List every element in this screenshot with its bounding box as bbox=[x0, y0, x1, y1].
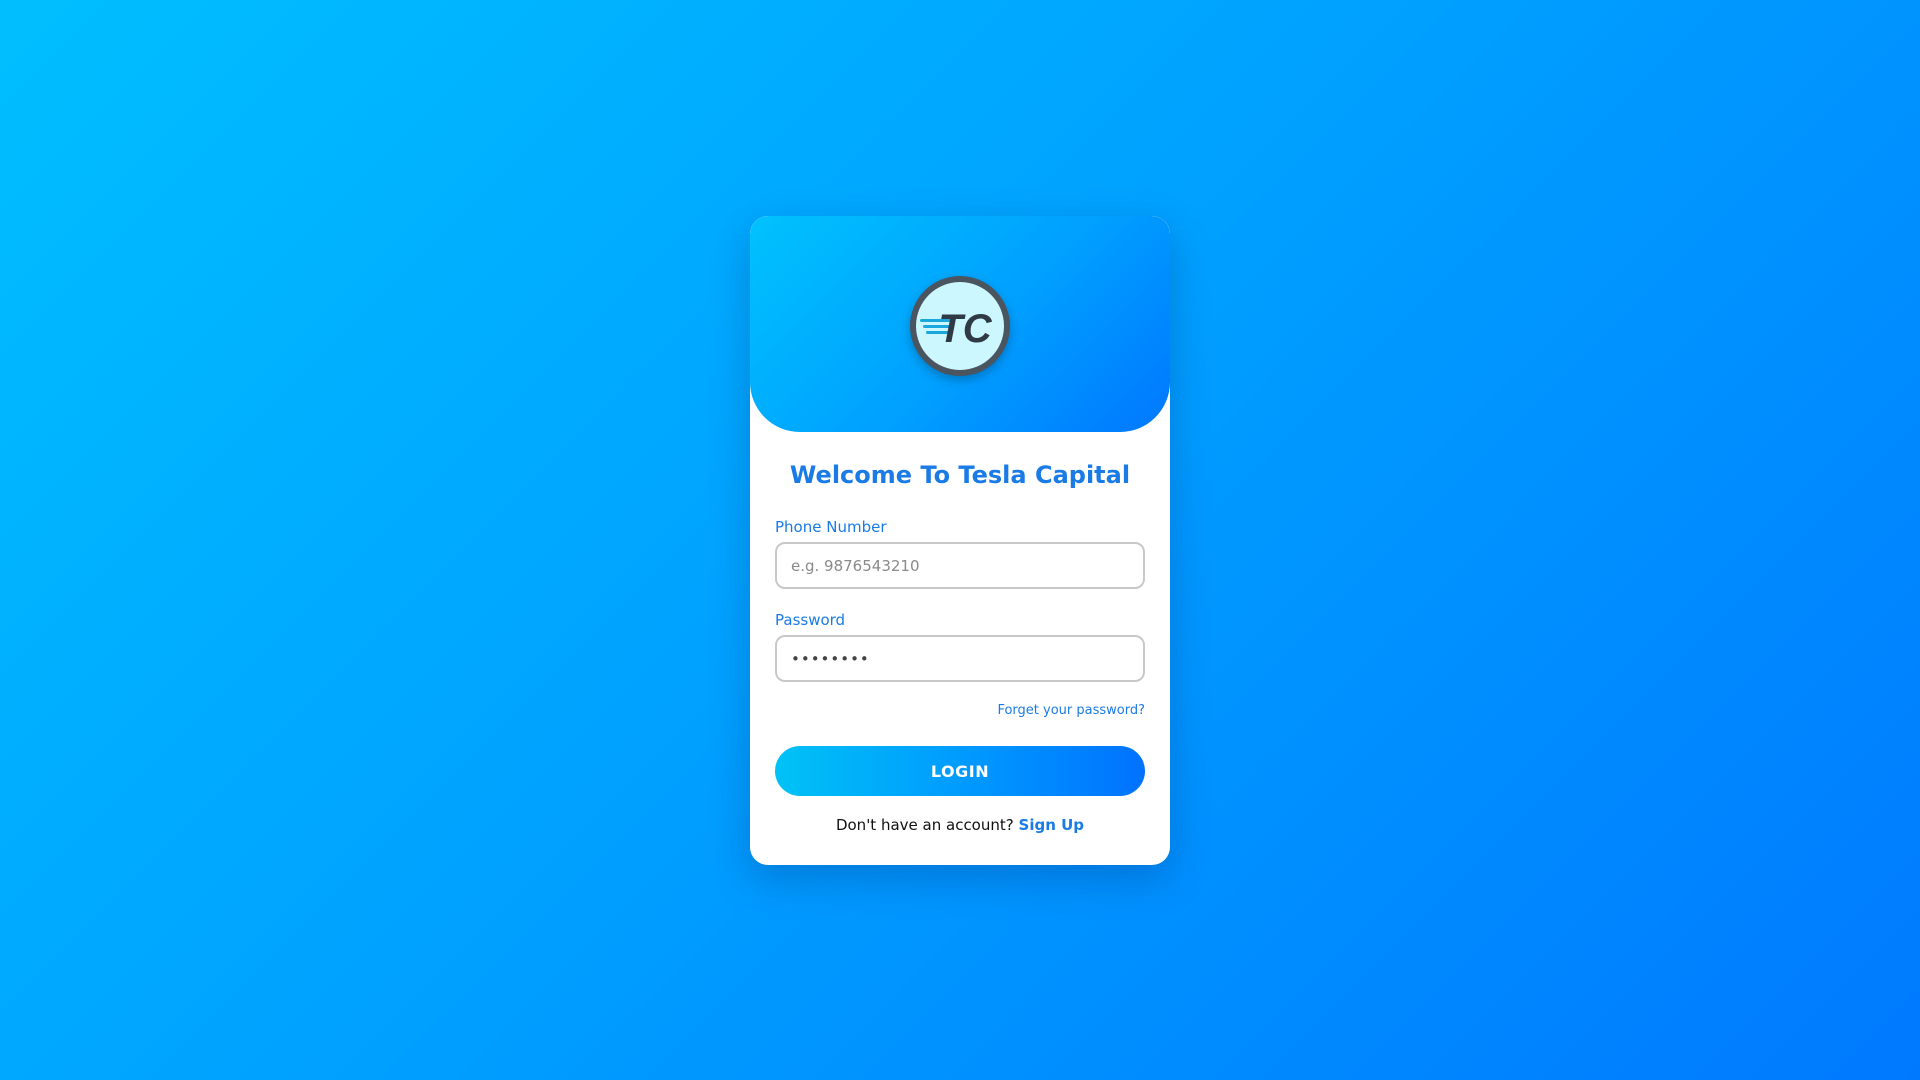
signup-link[interactable]: Sign Up bbox=[1019, 816, 1085, 834]
forgot-password-link[interactable]: Forget your password? bbox=[997, 703, 1145, 718]
phone-input[interactable] bbox=[775, 542, 1145, 589]
signup-row: Don't have an account? Sign Up bbox=[750, 816, 1170, 834]
card-header: TC bbox=[750, 216, 1170, 432]
signup-prompt: Don't have an account? bbox=[835, 816, 1014, 834]
password-input[interactable] bbox=[775, 635, 1145, 682]
password-label: Password bbox=[775, 611, 846, 629]
page-title: Welcome To Tesla Capital bbox=[789, 461, 1131, 489]
login-card: TC Welcome To Tesla Capital Phone Number… bbox=[750, 216, 1170, 865]
logo-text: TC bbox=[938, 307, 992, 351]
logo-mark: TC bbox=[920, 307, 993, 351]
phone-label: Phone Number bbox=[775, 518, 887, 536]
login-button[interactable]: LOGIN bbox=[775, 746, 1145, 796]
tc-logo-icon: TC bbox=[910, 276, 1010, 376]
